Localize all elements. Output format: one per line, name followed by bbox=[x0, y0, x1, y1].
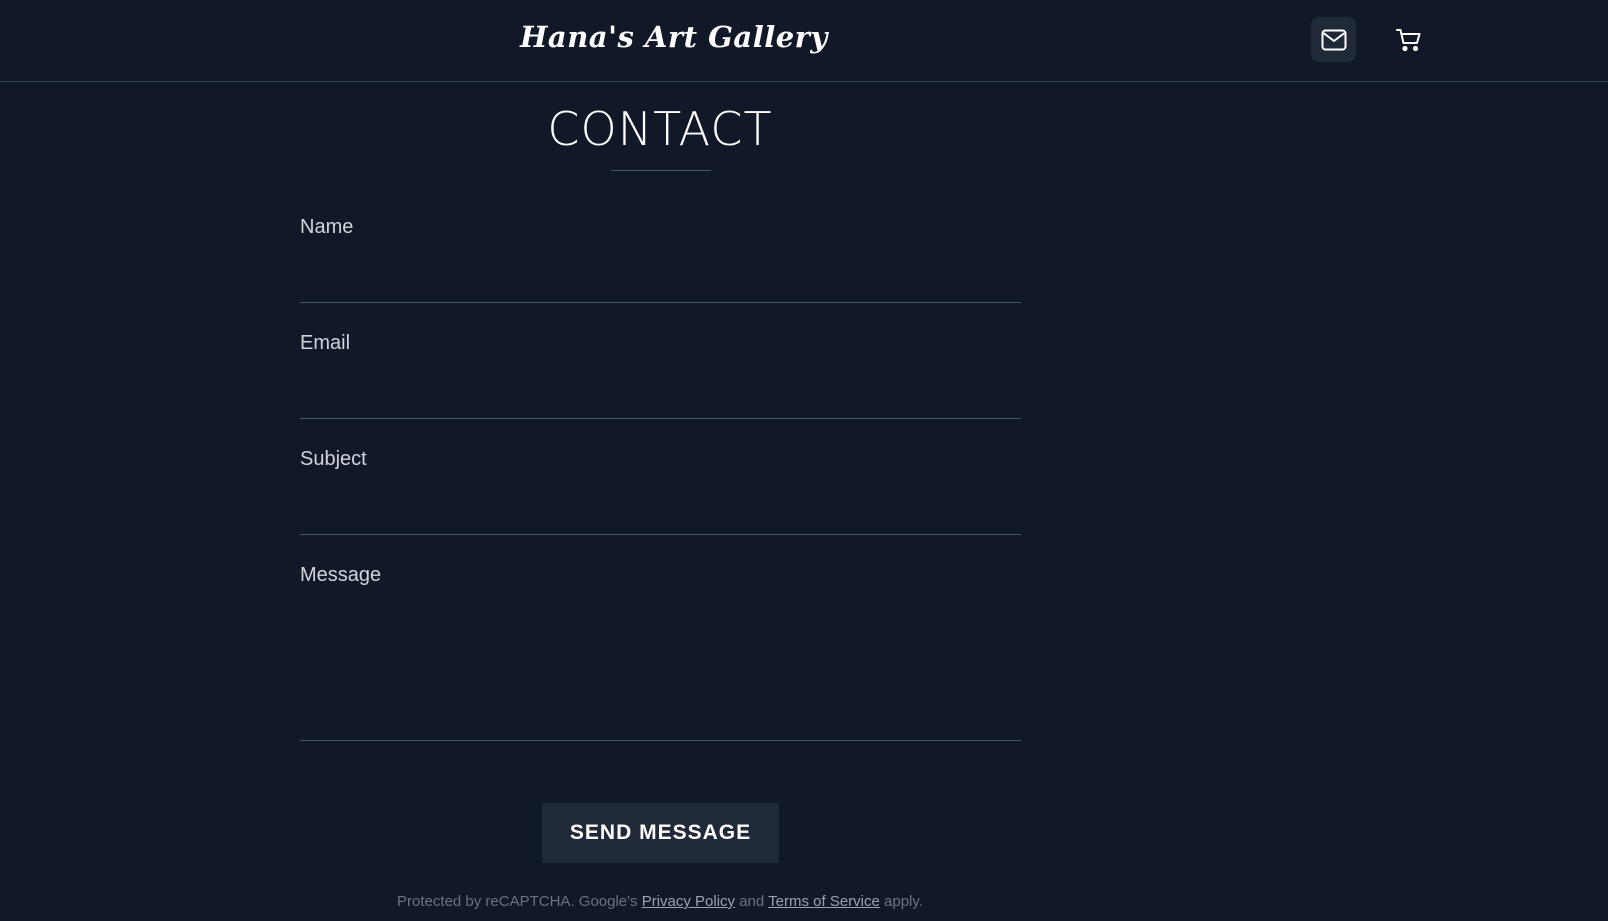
name-field-group: Name bbox=[300, 216, 1021, 303]
privacy-policy-link[interactable]: Privacy Policy bbox=[642, 893, 735, 910]
cart-icon bbox=[1395, 28, 1422, 52]
title-divider bbox=[611, 170, 711, 171]
email-label: Email bbox=[300, 332, 351, 354]
cart-button[interactable] bbox=[1386, 17, 1431, 62]
message-label: Message bbox=[300, 564, 382, 586]
message-field-group: Message bbox=[300, 564, 1021, 741]
recaptcha-middle: and bbox=[735, 893, 769, 910]
recaptcha-suffix: apply. bbox=[879, 893, 923, 910]
subject-input[interactable] bbox=[300, 500, 1021, 530]
email-field-group: Email bbox=[300, 332, 1021, 419]
mail-icon bbox=[1321, 29, 1347, 51]
site-title[interactable]: Hana's Art Gallery bbox=[520, 20, 828, 54]
message-textarea[interactable] bbox=[300, 616, 1021, 736]
recaptcha-notice: Protected by reCAPTCHA. Google's Privacy… bbox=[0, 893, 1320, 910]
terms-of-service-link[interactable]: Terms of Service bbox=[768, 893, 880, 910]
page-title: CONTACT bbox=[547, 102, 773, 156]
recaptcha-prefix: Protected by reCAPTCHA. Google's bbox=[397, 893, 642, 910]
name-label: Name bbox=[300, 216, 354, 238]
send-message-button[interactable]: SEND MESSAGE bbox=[542, 803, 779, 863]
contact-button[interactable] bbox=[1311, 17, 1356, 62]
subject-field-group: Subject bbox=[300, 448, 1021, 535]
site-header: Hana's Art Gallery bbox=[0, 0, 1608, 82]
email-input[interactable] bbox=[300, 384, 1021, 414]
subject-label: Subject bbox=[300, 448, 367, 470]
name-input[interactable] bbox=[300, 268, 1021, 298]
